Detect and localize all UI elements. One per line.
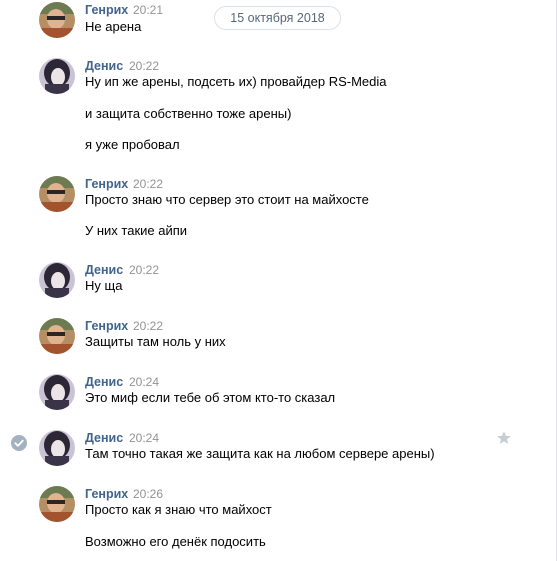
avatar-denis[interactable]	[39, 374, 75, 410]
message-author[interactable]: Генрих	[85, 486, 128, 502]
star-icon[interactable]	[496, 430, 512, 451]
message-text: Не арена	[85, 19, 142, 34]
message-text: Возможно его денёк подосить	[85, 534, 266, 549]
message-author[interactable]: Денис	[85, 262, 123, 278]
message-time[interactable]: 20:22	[129, 262, 159, 278]
message-text: и защита собственно тоже арены)	[85, 106, 292, 121]
message-author[interactable]: Генрих	[85, 2, 128, 18]
avatar-henrikh[interactable]	[39, 318, 75, 354]
message-text: Ну ща	[85, 278, 123, 293]
message-author[interactable]: Генрих	[85, 318, 128, 334]
message-text: У них такие айпи	[85, 223, 188, 238]
message-time[interactable]: 20:26	[133, 486, 163, 502]
message-text: я уже пробовал	[85, 137, 180, 152]
message-time[interactable]: 20:24	[129, 430, 159, 446]
message-author[interactable]: Денис	[85, 58, 123, 74]
check-circle-icon[interactable]	[11, 435, 27, 451]
message-text: Ну ип же арены, подсеть их) провайдер RS…	[85, 74, 387, 89]
message-author[interactable]: Генрих	[85, 176, 128, 192]
message-time[interactable]: 20:22	[133, 176, 163, 192]
message-text: Там точно такая же защита как на любом с…	[85, 446, 435, 461]
message-author[interactable]: Денис	[85, 374, 123, 390]
avatar-denis[interactable]	[39, 262, 75, 298]
avatar-henrikh[interactable]	[39, 176, 75, 212]
message-text: Просто знаю что сервер это стоит на майх…	[85, 192, 369, 207]
message-time[interactable]: 20:21	[133, 2, 163, 18]
message-time[interactable]: 20:22	[129, 58, 159, 74]
message-time[interactable]: 20:22	[133, 318, 163, 334]
message-text: Это миф если тебе об этом кто-то сказал	[85, 390, 336, 405]
message-text: Защиты там ноль у них	[85, 334, 226, 349]
avatar-denis[interactable]	[39, 430, 75, 466]
date-divider: 15 октября 2018	[214, 6, 341, 30]
avatar-henrikh[interactable]	[39, 486, 75, 522]
avatar-henrikh[interactable]	[39, 2, 75, 38]
message-time[interactable]: 20:24	[129, 374, 159, 390]
message-text: Просто как я знаю что майхост	[85, 502, 272, 517]
avatar-denis[interactable]	[39, 58, 75, 94]
message-author[interactable]: Денис	[85, 430, 123, 446]
